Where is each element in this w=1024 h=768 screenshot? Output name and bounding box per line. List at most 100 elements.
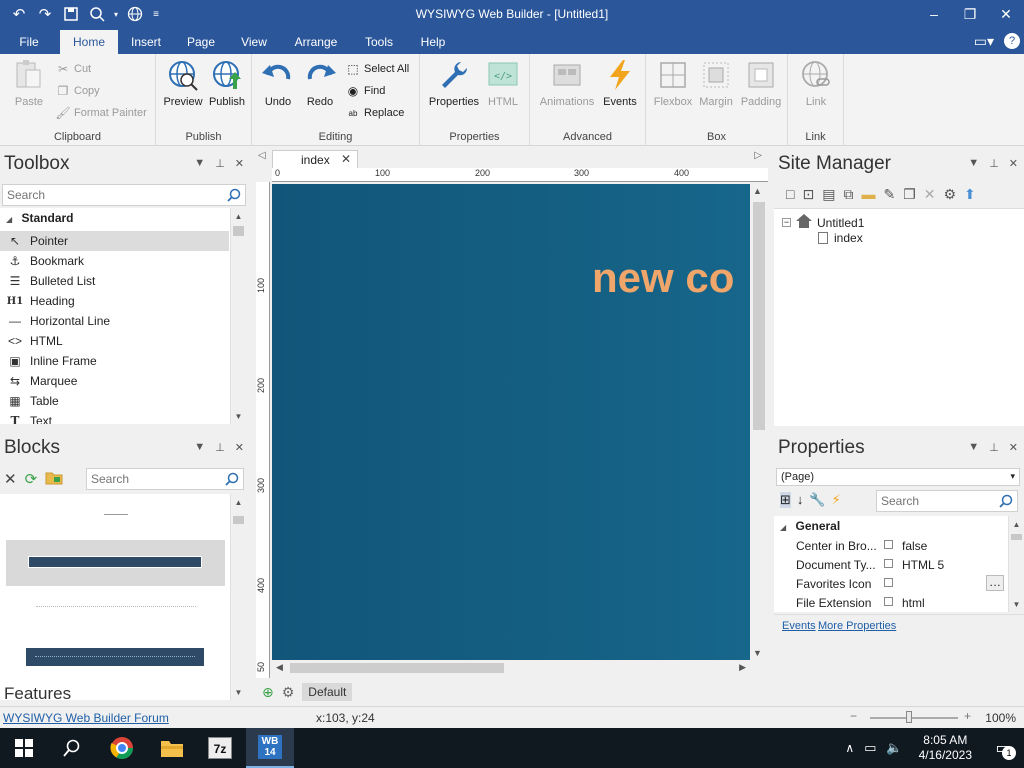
tree-node-root[interactable]: − Untitled1	[782, 213, 864, 232]
tool-inline-frame[interactable]: ▣ Inline Frame	[0, 351, 229, 371]
tab-page[interactable]: Page	[180, 30, 222, 54]
properties-button[interactable]: Properties	[426, 58, 482, 108]
tool-heading[interactable]: H1 Heading	[0, 291, 229, 311]
pin-icon[interactable]: ⊥	[989, 441, 999, 454]
toolbox-scrollbar[interactable]: ▲ ▼	[230, 208, 246, 424]
panel-dropdown-icon[interactable]: ▼	[194, 441, 205, 454]
forum-link[interactable]: WYSIWYG Web Builder Forum	[3, 711, 169, 725]
tab-view[interactable]: View	[234, 30, 274, 54]
panel-close-icon[interactable]: ✕	[1009, 157, 1018, 170]
tab-home[interactable]: Home	[60, 30, 118, 54]
preview-button[interactable]: Preview	[162, 58, 204, 108]
property-row[interactable]: Document Ty... HTML 5	[774, 555, 1008, 574]
pin-icon[interactable]: ⊥	[215, 441, 225, 454]
search-button[interactable]	[48, 728, 96, 768]
pin-icon[interactable]: ⊥	[215, 157, 225, 170]
events-button[interactable]: Events	[600, 58, 640, 108]
start-button[interactable]	[0, 728, 48, 768]
page-properties-icon[interactable]: ▤	[822, 186, 835, 203]
layer-settings-icon[interactable]: ⚙	[282, 684, 295, 701]
tab-file[interactable]: File	[6, 30, 52, 54]
panel-close-icon[interactable]: ✕	[235, 441, 244, 454]
delete-icon[interactable]: ✕	[4, 470, 17, 488]
cut-button[interactable]: ✂ Cut	[56, 62, 91, 76]
properties-search[interactable]	[876, 490, 1018, 512]
property-row[interactable]: File Extension html	[774, 593, 1008, 612]
tab-tools[interactable]: Tools	[356, 30, 402, 54]
panel-dropdown-icon[interactable]: ▼	[968, 441, 979, 454]
format-painter-button[interactable]: 🖌 Format Painter	[55, 106, 146, 120]
panel-dropdown-icon[interactable]: ▼	[194, 157, 205, 170]
layer-default[interactable]: Default	[302, 683, 353, 701]
volume-icon[interactable]: 🔈	[880, 740, 908, 756]
tool-horizontal-line[interactable]: — Horizontal Line	[0, 311, 229, 331]
tab-arrange[interactable]: Arrange	[286, 30, 346, 54]
canvas-heading-text[interactable]: new co	[592, 254, 734, 302]
tool-table[interactable]: ▦ Table	[0, 391, 229, 411]
copy-button[interactable]: ❐ Copy	[56, 84, 100, 98]
property-row[interactable]: Favorites Icon …	[774, 574, 1008, 593]
document-tab-index[interactable]: index ✕	[272, 150, 358, 168]
tool-marquee[interactable]: ⇆ Marquee	[0, 371, 229, 391]
paste-button[interactable]: Paste	[8, 58, 50, 108]
find-button[interactable]: ◉ Find	[346, 84, 386, 98]
panel-close-icon[interactable]: ✕	[235, 157, 244, 170]
scroll-down-icon[interactable]: ▼	[231, 684, 246, 700]
wrench-icon[interactable]: 🔧	[809, 492, 825, 508]
restore-icon[interactable]: ❐	[952, 0, 988, 28]
duplicate-page-icon[interactable]: ❐	[903, 186, 916, 203]
sort-az-icon[interactable]: ↓	[797, 492, 804, 508]
categorized-icon[interactable]: ⊞	[780, 492, 791, 508]
minimize-icon[interactable]: –	[916, 0, 952, 28]
block-thumbnail[interactable]	[6, 502, 225, 528]
margin-button[interactable]: Margin	[696, 58, 736, 108]
scroll-up-icon[interactable]: ▲	[753, 186, 762, 196]
flexbox-button[interactable]: Flexbox	[650, 58, 696, 108]
site-settings-icon[interactable]: ⚙	[943, 186, 956, 203]
help-icon[interactable]: ?	[1004, 33, 1020, 49]
scroll-down-icon[interactable]: ▼	[231, 408, 246, 424]
properties-scrollbar[interactable]: ▲ ▼	[1008, 516, 1024, 612]
add-layer-icon[interactable]: ⊕	[262, 684, 274, 701]
page-link-icon[interactable]: ⧉	[843, 186, 853, 203]
folder-icon[interactable]	[45, 471, 63, 488]
scroll-left-icon[interactable]: ◀	[276, 662, 283, 673]
edit-page-icon[interactable]: ✎	[883, 186, 895, 203]
link-button[interactable]: Link	[794, 58, 838, 108]
pin-icon[interactable]: ⊥	[989, 157, 999, 170]
events-link[interactable]: Events	[782, 620, 816, 632]
display-options-icon[interactable]: ▭▾	[974, 33, 994, 50]
network-icon[interactable]: ▭	[860, 740, 880, 756]
close-tab-icon[interactable]: ✕	[341, 152, 351, 166]
tool-bookmark[interactable]: ⚓ Bookmark	[0, 251, 229, 271]
zoom-slider[interactable]	[870, 717, 958, 719]
padding-button[interactable]: Padding	[738, 58, 784, 108]
block-thumbnail[interactable]	[6, 540, 225, 586]
more-properties-link[interactable]: More Properties	[818, 620, 896, 632]
select-all-button[interactable]: ⬚ Select All	[346, 62, 409, 76]
tab-insert[interactable]: Insert	[124, 30, 168, 54]
scroll-thumb[interactable]	[1011, 534, 1022, 540]
lightning-icon[interactable]: ⚡	[832, 492, 841, 508]
move-up-icon[interactable]: ⬆	[964, 186, 976, 203]
toolbox-search-input[interactable]	[3, 185, 223, 205]
wysiwyg-builder-app[interactable]: WB 14	[246, 728, 294, 768]
toolbox-search[interactable]	[2, 184, 246, 206]
tool-bulleted-list[interactable]: ☰ Bulleted List	[0, 271, 229, 291]
section-general[interactable]: ◢ General	[780, 519, 840, 533]
open-folder-icon[interactable]: ▬	[861, 186, 875, 203]
panel-dropdown-icon[interactable]: ▼	[968, 157, 979, 170]
scroll-thumb[interactable]	[753, 202, 765, 430]
zoom-out-icon[interactable]: −	[850, 709, 857, 723]
delete-page-icon[interactable]: ✕	[924, 186, 936, 203]
html-button[interactable]: </> HTML	[482, 58, 524, 108]
blocks-search-input[interactable]	[87, 469, 221, 489]
block-thumbnail[interactable]	[6, 594, 225, 630]
zoom-in-icon[interactable]: +	[964, 709, 971, 723]
blocks-search[interactable]	[86, 468, 244, 490]
replace-button[interactable]: ab Replace	[346, 106, 405, 120]
editor-horizontal-scrollbar[interactable]: ◀ ▶	[272, 660, 750, 676]
close-icon[interactable]: ✕	[988, 0, 1024, 28]
block-thumbnail[interactable]	[26, 648, 204, 666]
tab-help[interactable]: Help	[412, 30, 454, 54]
